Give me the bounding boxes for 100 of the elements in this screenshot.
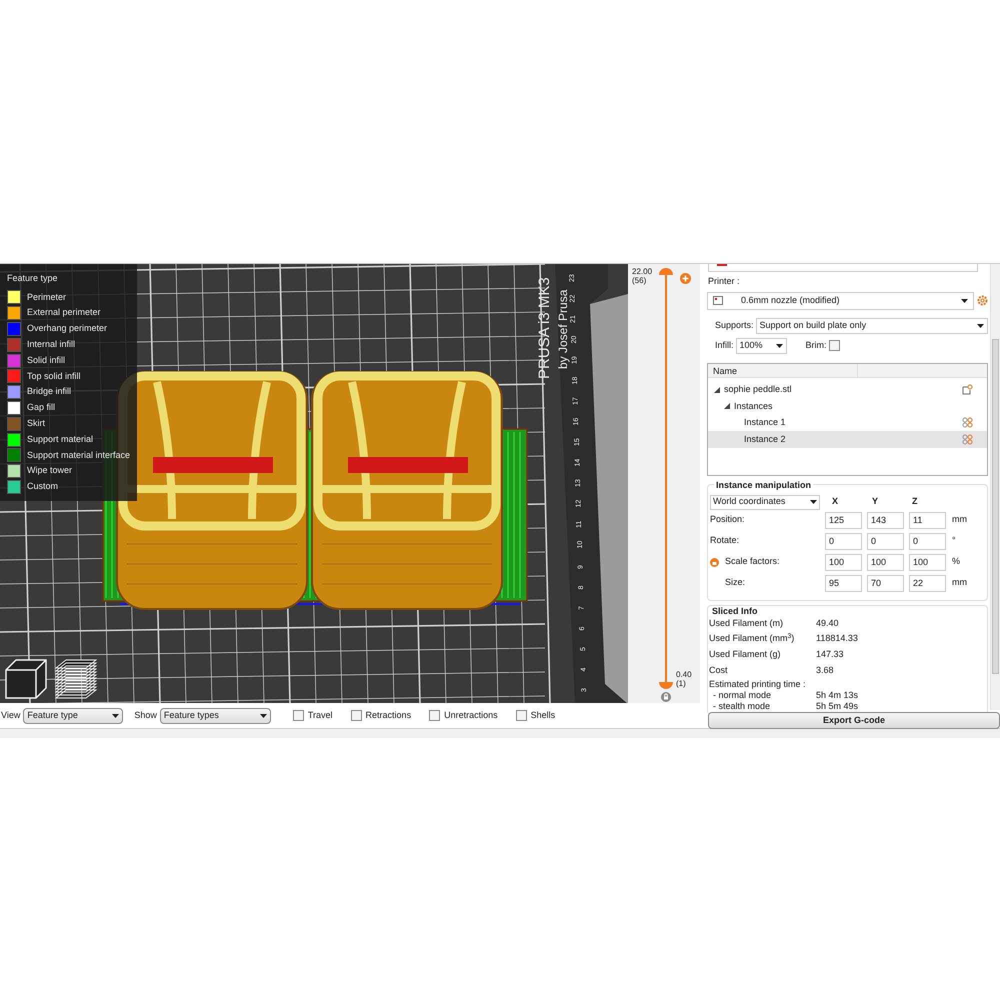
expander-icon[interactable]	[714, 386, 720, 393]
view-select[interactable]: Feature type	[23, 708, 124, 724]
caret-icon	[776, 344, 783, 348]
legend-label: Support material	[27, 432, 94, 446]
printer-select[interactable]: 0.6mm nozzle (modified)	[707, 292, 974, 310]
settings-icon[interactable]	[977, 295, 988, 306]
checkbox[interactable]	[292, 710, 304, 722]
legend-label: Perimeter	[27, 290, 66, 304]
axis-label: X	[832, 495, 838, 508]
bed-title: PRUSA i3 MK3	[536, 277, 553, 379]
legend-label: External perimeter	[27, 306, 101, 320]
unit-label: °	[952, 534, 956, 548]
row-label: Rotate:	[710, 534, 740, 548]
checkbox-label: Retractions	[366, 708, 412, 722]
supports-label: Supports:	[715, 318, 754, 332]
time-title: Estimated printing time :	[709, 679, 807, 690]
time-label: - stealth mode	[712, 701, 772, 712]
lower-thumb[interactable]	[659, 682, 673, 689]
value-field[interactable]: 0	[825, 532, 862, 550]
value-field[interactable]: 95	[825, 574, 862, 592]
brim-checkbox[interactable]	[828, 340, 840, 351]
supports-select[interactable]: Support on build plate only	[756, 318, 988, 334]
legend-label: Overhang perimeter	[27, 322, 108, 336]
top-height-label: 22.00	[632, 267, 652, 276]
infill-select[interactable]: 100%	[736, 338, 787, 354]
caret-icon	[810, 500, 817, 504]
instances-icon[interactable]	[962, 434, 973, 445]
info-label: Used Filament (g)	[709, 648, 782, 661]
checkbox[interactable]	[516, 710, 527, 722]
checkbox[interactable]	[350, 710, 362, 722]
show-select[interactable]: Feature types	[160, 708, 271, 724]
checkbox[interactable]	[429, 710, 440, 722]
caret-icon	[260, 714, 267, 718]
axis-label: Z	[912, 495, 918, 508]
lock-icon[interactable]	[661, 692, 671, 702]
lock-icon[interactable]	[710, 558, 719, 566]
value-field[interactable]: 143	[867, 512, 904, 528]
tree-label: Instance 1	[744, 416, 787, 429]
coordinates-select[interactable]: World coordinates	[710, 494, 820, 510]
view-label: View	[1, 708, 20, 722]
printer-label: Printer :	[708, 275, 741, 288]
checkbox-label: Unretractions	[444, 708, 498, 722]
checkbox-label: Shells	[530, 708, 556, 722]
tree-label: Instance 2	[744, 432, 787, 446]
legend-title: Feature type	[7, 272, 59, 285]
checkbox-label: Travel	[308, 708, 333, 722]
tree-row[interactable]: Instance 2	[708, 431, 987, 448]
edit-icon[interactable]	[962, 384, 973, 396]
axis-label: Y	[872, 495, 878, 508]
value-field[interactable]: 0	[867, 532, 904, 550]
unit-label: %	[952, 555, 960, 568]
upper-thumb[interactable]	[659, 268, 673, 275]
expander-icon[interactable]	[724, 403, 730, 410]
legend-label: Bridge infill	[27, 385, 72, 398]
row-label: Size:	[725, 576, 746, 590]
bottom-height-label: 0.40	[676, 670, 692, 679]
time-value: 5h 5m 49s	[816, 701, 858, 712]
show-label: Show	[134, 708, 157, 722]
legend-label: Solid infill	[27, 354, 66, 367]
top-layer-label: (56)	[632, 276, 648, 285]
value-field[interactable]: 100	[909, 554, 946, 570]
legend-label: Wipe tower	[27, 464, 72, 478]
infill-label: Infill:	[715, 338, 734, 352]
bottom-layer-label: (1)	[676, 679, 687, 688]
value-field[interactable]: 100	[867, 554, 904, 570]
tree-label: sophie peddle.stl	[724, 383, 793, 396]
tree-label: Instances	[734, 400, 774, 412]
brim-label: Brim:	[806, 338, 827, 352]
value-field[interactable]: 100	[825, 554, 862, 570]
3d-viewport[interactable]	[0, 264, 628, 704]
bed-subtitle: by Josef Prusa	[556, 290, 570, 369]
legend-label: Skirt	[27, 417, 45, 430]
info-value: 118814.33	[816, 632, 858, 646]
info-label: Cost	[709, 664, 729, 677]
time-label: - normal mode	[712, 690, 772, 702]
value-field[interactable]: 70	[867, 574, 904, 592]
legend-label: Gap fill	[27, 401, 56, 414]
legend-label: Top solid infill	[27, 370, 81, 383]
caret-icon	[961, 298, 968, 302]
export-button[interactable]: Export G-code	[708, 712, 1000, 729]
value-field[interactable]: 11	[909, 512, 946, 528]
unit-label: mm	[952, 513, 967, 526]
info-value: 3.68	[816, 664, 834, 677]
info-label: Used Filament (m)	[709, 616, 784, 630]
caret-icon	[977, 324, 984, 328]
time-value: 5h 4m 13s	[816, 690, 858, 702]
add-icon[interactable]	[680, 273, 691, 284]
info-value: 147.33	[816, 648, 844, 661]
legend-label: Internal infill	[27, 338, 76, 352]
info-value: 49.40	[816, 616, 839, 630]
legend-label: Support material interface	[26, 448, 130, 462]
legend-label: Custom	[27, 480, 58, 494]
value-field[interactable]: 0	[909, 532, 946, 550]
scrollbar[interactable]	[990, 264, 1000, 710]
group-title: Instance manipulation	[714, 478, 814, 492]
value-field[interactable]: 22	[909, 574, 946, 592]
value-field[interactable]: 125	[825, 512, 862, 528]
info-label: Used Filament (mm$^{3}$)	[709, 632, 796, 646]
instances-icon[interactable]	[962, 417, 973, 428]
row-label: Scale factors:	[725, 555, 780, 568]
